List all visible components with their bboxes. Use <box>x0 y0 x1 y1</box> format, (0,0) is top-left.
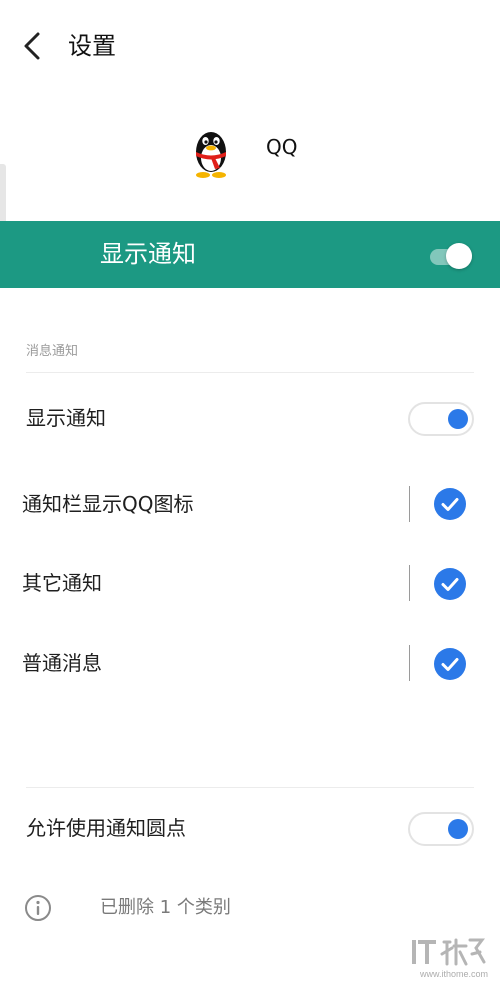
status-bar-icon-checkbox[interactable] <box>434 488 466 520</box>
app-name: QQ <box>266 135 298 159</box>
master-notification-banner <box>0 221 500 288</box>
row-normal-messages-label: 普通消息 <box>22 651 102 675</box>
back-button[interactable] <box>14 26 54 66</box>
row-separator <box>409 486 410 522</box>
normal-messages-checkbox[interactable] <box>434 648 466 680</box>
edge-handle[interactable] <box>0 164 6 224</box>
watermark-site: www.ithome.com <box>419 969 488 979</box>
master-notification-switch[interactable] <box>428 243 474 269</box>
master-notification-label: 显示通知 <box>100 240 196 268</box>
row-separator <box>409 645 410 681</box>
row-other-notifications-label: 其它通知 <box>22 571 102 595</box>
row-status-bar-icon-label: 通知栏显示QQ图标 <box>22 492 194 516</box>
ithome-watermark: www.ithome.com <box>408 934 488 984</box>
qq-penguin-icon <box>190 128 232 180</box>
row-notification-dot-label: 允许使用通知圆点 <box>26 816 186 840</box>
checkmark-icon <box>441 498 459 511</box>
ithome-logo-icon <box>412 938 486 966</box>
checkmark-icon <box>441 658 459 671</box>
deleted-categories-text: 已删除 1 个类别 <box>100 897 231 918</box>
info-icon <box>24 894 52 922</box>
page-title: 设置 <box>68 32 116 60</box>
notification-dot-toggle[interactable] <box>408 812 474 846</box>
row-separator <box>409 565 410 601</box>
chevron-left-icon <box>24 32 40 60</box>
row-show-notifications-label: 显示通知 <box>26 406 106 430</box>
show-notifications-toggle[interactable] <box>408 402 474 436</box>
checkmark-icon <box>441 578 459 591</box>
other-notifications-checkbox[interactable] <box>434 568 466 600</box>
section-divider <box>26 787 474 788</box>
section-header: 消息通知 <box>26 344 79 359</box>
section-divider <box>26 372 474 373</box>
